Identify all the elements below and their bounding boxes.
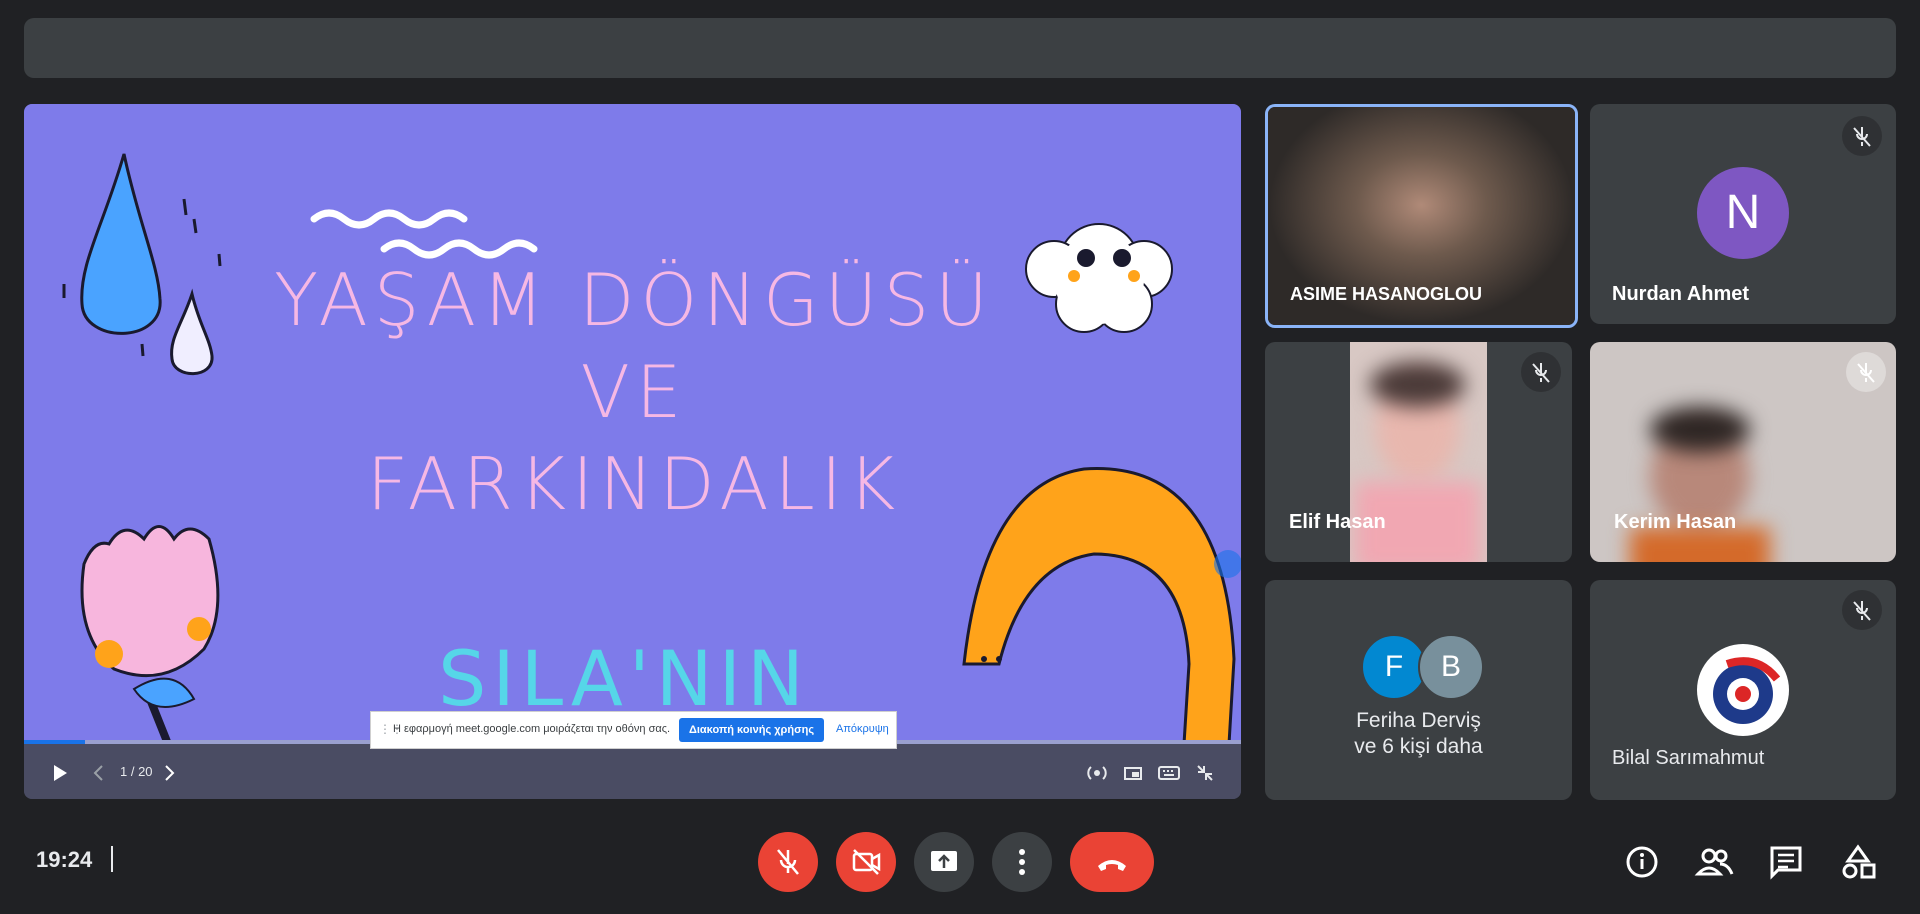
participant-tile-asime[interactable]: ASIME HASANOGLOU: [1265, 104, 1578, 328]
divider: [111, 846, 113, 872]
share-message: Η εφαρμογή meet.google.com μοιράζεται τη…: [393, 723, 671, 735]
mic-off-icon: [1842, 116, 1882, 156]
participant-tile-kerim[interactable]: Kerim Hasan: [1590, 342, 1896, 562]
small-drop-icon: [170, 288, 214, 376]
participant-name: Kerim Hasan: [1614, 511, 1737, 533]
participant-tile-group[interactable]: F B Feriha Derviş ve 6 kişi daha: [1265, 580, 1572, 800]
avatar: N: [1697, 167, 1789, 259]
camera-off-icon: [852, 849, 881, 875]
participant-name: Elif Hasan: [1289, 511, 1386, 533]
keyboard-icon[interactable]: [1158, 763, 1180, 783]
cloud-character-icon: [1025, 223, 1173, 333]
avatar: [1697, 644, 1789, 736]
group-label: Feriha Derviş ve 6 kişi daha: [1354, 709, 1483, 758]
hang-up-icon: [1098, 860, 1126, 871]
slide: YAŞAM DÖNGÜSÜ VE FARKINDALIK SILA'NIN ME…: [24, 104, 1241, 799]
screen-share-banner: ⋮⋮ Η εφαρμογή meet.google.com μοιράζεται…: [370, 711, 897, 749]
slide-counter: 1 / 20: [120, 764, 153, 779]
meeting-clock: 19:24: [36, 847, 93, 872]
participant-name: Bilal Sarımahmut: [1612, 747, 1765, 769]
participant-name: ASIME HASANOGLOU: [1290, 284, 1483, 304]
slide-title: YAŞAM DÖNGÜSÜ VE FARKINDALIK: [274, 258, 994, 526]
picture-in-picture-icon[interactable]: [1123, 763, 1143, 783]
participant-name: Nurdan Ahmet: [1612, 283, 1750, 305]
slide-controls: 1 / 20: [24, 744, 1241, 799]
avatar: B: [1418, 634, 1484, 700]
chat-icon[interactable]: [1766, 842, 1806, 882]
previous-slide-icon[interactable]: [92, 764, 104, 782]
mic-off-icon: [1842, 590, 1882, 630]
info-icon[interactable]: [1622, 842, 1662, 882]
play-icon[interactable]: [52, 764, 68, 782]
participant-tile-bilal[interactable]: Bilal Sarımahmut: [1590, 580, 1896, 800]
more-options-button[interactable]: [992, 832, 1052, 892]
leave-call-button[interactable]: [1070, 832, 1154, 892]
squiggle-icon: [310, 209, 468, 229]
activities-icon[interactable]: [1838, 842, 1878, 882]
audio-icon[interactable]: [1087, 763, 1107, 783]
top-bar: [24, 18, 1896, 78]
presentation-stage[interactable]: YAŞAM DÖNGÜSÜ VE FARKINDALIK SILA'NIN ME…: [24, 104, 1241, 799]
present-screen-button[interactable]: [914, 832, 974, 892]
people-icon[interactable]: [1694, 842, 1734, 882]
mic-off-icon: [777, 849, 799, 875]
more-options-icon: [1019, 849, 1025, 875]
participant-tile-elif[interactable]: Elif Hasan: [1265, 342, 1572, 562]
cursor-dot: [1214, 550, 1241, 578]
exit-fullscreen-icon[interactable]: [1195, 763, 1215, 783]
mic-off-icon: [1846, 352, 1886, 392]
participant-tile-nurdan[interactable]: N Nurdan Ahmet: [1590, 104, 1896, 324]
camera-button[interactable]: [836, 832, 896, 892]
flower-character-icon: [80, 525, 220, 744]
ornament-avatar-icon: [1713, 657, 1781, 724]
hide-banner-link[interactable]: Απόκρυψη: [836, 723, 889, 735]
next-slide-icon[interactable]: [164, 764, 176, 782]
stop-sharing-button[interactable]: Διακοπή κοινής χρήσης: [679, 718, 824, 742]
water-drop-icon: [80, 153, 162, 335]
present-screen-icon: [931, 851, 957, 871]
mic-off-icon: [1521, 352, 1561, 392]
microphone-button[interactable]: [758, 832, 818, 892]
